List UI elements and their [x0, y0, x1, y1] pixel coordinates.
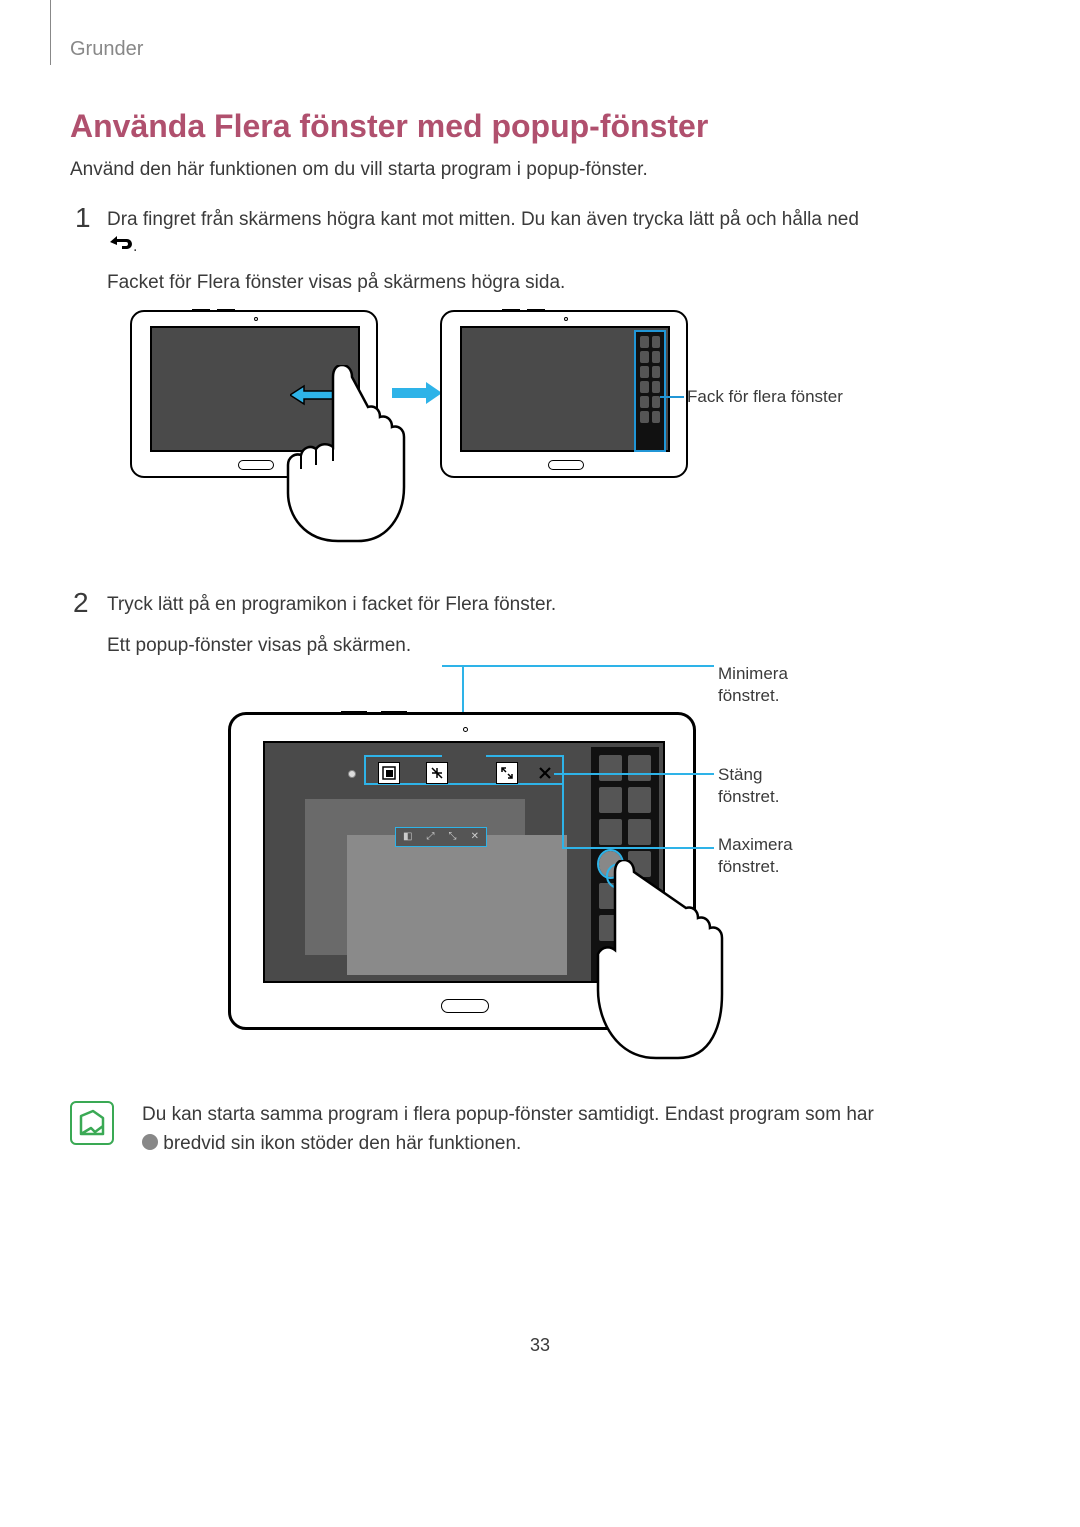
camera-icon — [463, 727, 468, 732]
tip-note: Du kan starta samma program i flera popu… — [70, 1101, 874, 1158]
section-title: Använda Flera fönster med popup-fönster — [70, 108, 708, 145]
hand-pointing-icon — [594, 860, 724, 1060]
tip-text-a: Du kan starta samma program i flera popu… — [142, 1104, 874, 1125]
figure-2: ◧⤢⤡✕ Minimera fönstret. Stäng fönstret. — [228, 712, 700, 1044]
note-icon — [70, 1101, 114, 1145]
callout-tray-label: Fack för flera fönster — [687, 387, 843, 407]
minimize-icon — [426, 762, 448, 784]
transition-arrow-icon — [392, 380, 442, 406]
callout-line — [462, 667, 464, 712]
multiwindow-tray — [634, 330, 666, 452]
camera-icon — [564, 317, 568, 321]
step1-suffix: . — [133, 238, 137, 255]
step-number-1: 1 — [75, 202, 91, 234]
close-icon — [536, 764, 554, 782]
maximize-icon — [496, 762, 518, 784]
popup-mini-toolbar: ◧⤢⤡✕ — [395, 827, 487, 847]
callout-minimize-label: Minimera fönstret. — [718, 663, 788, 707]
popup-handle-icon — [348, 770, 356, 778]
tip-text-b: bredvid sin ikon stöder den här funktion… — [163, 1133, 521, 1154]
home-button-icon — [548, 460, 584, 470]
camera-icon — [254, 317, 258, 321]
page-header: Grunder — [70, 38, 143, 61]
page-number: 33 — [0, 1335, 1080, 1356]
callout-line — [562, 847, 714, 849]
step-number-2: 2 — [73, 587, 89, 619]
hand-pointing-icon — [278, 365, 408, 543]
step2-text-line1: Tryck lätt på en programikon i facket fö… — [107, 594, 556, 616]
page-edge-rule — [50, 0, 51, 65]
step2-text-line2: Ett popup-fönster visas på skärmen. — [107, 635, 411, 657]
back-key-icon: . — [107, 233, 137, 256]
tablet-screen — [460, 326, 670, 452]
step1-text-line1: Dra fingret från skärmens högra kant mot… — [107, 209, 859, 231]
figure-1: Fack för flera fönster — [130, 310, 890, 540]
popup-window-front — [347, 835, 567, 975]
home-button-icon — [441, 999, 489, 1013]
step1-text: Dra fingret från skärmens högra kant mot… — [107, 209, 859, 230]
multi-instance-badge-icon — [142, 1134, 158, 1150]
tablet-illustration-right — [440, 310, 688, 478]
home-button-icon — [238, 460, 274, 470]
tip-text: Du kan starta samma program i flera popu… — [142, 1101, 874, 1158]
intro-text: Använd den här funktionen om du vill sta… — [70, 159, 648, 181]
callout-line — [660, 396, 684, 398]
callout-line — [562, 774, 564, 848]
popup-drag-icon — [378, 762, 400, 784]
callout-close-label: Stäng fönstret. — [718, 764, 779, 808]
callout-maximize-label: Maximera fönstret. — [718, 834, 793, 878]
step1-text-line2: Facket för Flera fönster visas på skärme… — [107, 272, 565, 294]
callout-line — [442, 665, 714, 667]
callout-line — [554, 773, 714, 775]
